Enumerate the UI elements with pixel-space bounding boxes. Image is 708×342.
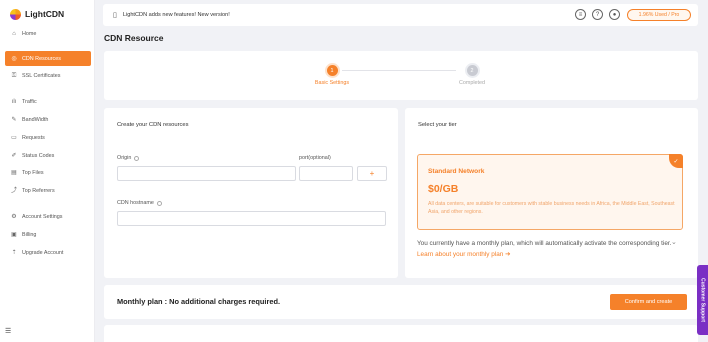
referrer-icon: ⤴: [11, 187, 18, 194]
settings-icon: ⚙: [11, 213, 17, 220]
sidebar-item-label: Requests: [22, 134, 45, 141]
billing-icon: ▣: [11, 231, 17, 238]
bandwidth-icon: ✎: [11, 116, 17, 123]
upgrade-icon: ⇡: [11, 249, 17, 256]
home-icon: ⌂: [12, 30, 16, 37]
sidebar-item-label: Upgrade Account: [22, 249, 64, 256]
step-basic-settings: 1 Basic Settings: [302, 65, 362, 86]
add-origin-button[interactable]: +: [357, 166, 387, 181]
sidebar-item-top-files[interactable]: ▤ Top Files: [5, 165, 91, 180]
tier-card: Select your tier ✓ Standard Network $0/G…: [405, 108, 698, 278]
sidebar-item-label: Home: [22, 30, 37, 37]
info-icon[interactable]: [156, 200, 162, 206]
step-number: 2: [466, 65, 478, 76]
form-heading: Create your CDN resources: [117, 122, 189, 128]
sidebar-item-requests[interactable]: ▭ Requests: [5, 130, 91, 145]
hostname-label-text: CDN hostname: [117, 200, 154, 206]
sidebar-item-label: Status Codes: [22, 152, 55, 159]
lower-card: [104, 325, 698, 342]
port-label-text: port(optional): [299, 155, 331, 161]
tier-description: All data centers, are suitable for custo…: [428, 201, 675, 215]
tier-note-text: You currently have a monthly plan, which…: [417, 240, 672, 247]
app-name: LightCDN: [25, 9, 65, 19]
user-icon[interactable]: ●: [609, 9, 620, 20]
sidebar-item-cdn-resources[interactable]: ◎ CDN Resources: [5, 51, 91, 66]
sidebar-item-label: BandWidth: [22, 116, 49, 123]
page-title: CDN Resource: [104, 33, 164, 43]
stepper: 1 Basic Settings 2 Completed: [104, 51, 698, 100]
tier-price: $0/GB: [428, 183, 459, 195]
origin-input[interactable]: [117, 166, 296, 181]
port-input[interactable]: [299, 166, 353, 181]
sidebar-item-label: Account Settings: [22, 213, 63, 220]
topbar: ▯ LightCDN adds new features! New versio…: [103, 4, 698, 26]
info-icon[interactable]: [134, 155, 140, 161]
origin-label: Origin: [117, 155, 140, 161]
add-origin-label: +: [369, 169, 375, 178]
announcement-text: LightCDN adds new features! New version!: [122, 12, 230, 18]
tier-name: Standard Network: [428, 168, 485, 175]
file-icon: ▤: [11, 169, 17, 176]
selected-check-icon: ✓: [669, 154, 683, 168]
confirm-and-create-button[interactable]: Confirm and create: [610, 294, 687, 310]
usage-badge[interactable]: 1.96% Used / Pro: [627, 9, 691, 21]
bell-icon: ▯: [113, 12, 117, 19]
sidebar-item-label: CDN Resources: [22, 55, 61, 62]
step-number: 1: [326, 65, 338, 76]
chevron-down-icon[interactable]: ⌄: [671, 238, 677, 246]
sidebar-item-label: Billing: [22, 231, 37, 238]
logo-icon: [10, 8, 21, 20]
certificate-icon: ⚿: [11, 72, 17, 79]
sidebar-item-ssl-certificates[interactable]: ⚿ SSL Certificates: [5, 68, 91, 83]
sidebar-item-label: Top Files: [22, 169, 44, 176]
top-icons: ≡ ? ●: [575, 9, 620, 20]
sidebar-item-label: Top Referrers: [22, 187, 55, 194]
announcement[interactable]: ▯ LightCDN adds new features! New versio…: [113, 4, 230, 26]
monthly-plan-link-text: Learn about your monthly plan: [417, 251, 504, 258]
step-completed: 2 Completed: [442, 65, 502, 86]
help-icon[interactable]: ?: [592, 9, 603, 20]
language-icon[interactable]: ≡: [575, 9, 586, 20]
globe-icon: ◎: [11, 55, 17, 62]
usage-text: 1.96% Used / Pro: [638, 12, 680, 18]
sidebar: LightCDN ⌂ Home ◎ CDN Resources ⚿ SSL Ce…: [0, 0, 95, 342]
sidebar-item-traffic[interactable]: ılı Traffic: [5, 94, 91, 109]
port-label: port(optional): [299, 155, 331, 161]
cdn-hostname-input[interactable]: [117, 211, 386, 226]
requests-icon: ▭: [11, 134, 17, 141]
sidebar-item-top-referrers[interactable]: ⤴ Top Referrers: [5, 183, 91, 198]
logo[interactable]: LightCDN: [10, 8, 64, 20]
sidebar-item-home[interactable]: ⌂ Home: [5, 26, 91, 41]
customer-support-tab[interactable]: Customer Support: [697, 265, 708, 335]
monthly-plan-link[interactable]: Learn about your monthly plan ➔: [417, 251, 510, 258]
step-label: Completed: [458, 80, 486, 86]
sidebar-item-account-settings[interactable]: ⚙ Account Settings: [5, 209, 91, 224]
tier-note: You currently have a monthly plan, which…: [417, 238, 672, 260]
create-resource-card: Create your CDN resources Origin port(op…: [104, 108, 398, 278]
origin-label-text: Origin: [117, 155, 132, 161]
step-label: Basic Settings: [314, 80, 350, 86]
status-icon: ✐: [11, 152, 17, 159]
sidebar-item-billing[interactable]: ▣ Billing: [5, 227, 91, 242]
sidebar-item-upgrade-account[interactable]: ⇡ Upgrade Account: [5, 245, 91, 260]
sidebar-item-label: SSL Certificates: [22, 72, 61, 79]
hostname-label: CDN hostname: [117, 200, 162, 206]
sidebar-item-status-codes[interactable]: ✐ Status Codes: [5, 148, 91, 163]
collapse-sidebar-icon[interactable]: ☰: [5, 328, 12, 335]
plan-summary: Monthly plan : No additional charges req…: [117, 297, 281, 306]
tier-heading: Select your tier: [418, 122, 457, 128]
bottom-bar: Monthly plan : No additional charges req…: [104, 285, 698, 319]
sidebar-item-bandwidth[interactable]: ✎ BandWidth: [5, 112, 91, 127]
standard-network-option[interactable]: ✓ Standard Network $0/GB All data center…: [417, 154, 683, 230]
bar-chart-icon: ılı: [11, 98, 17, 105]
sidebar-item-label: Traffic: [22, 98, 37, 105]
